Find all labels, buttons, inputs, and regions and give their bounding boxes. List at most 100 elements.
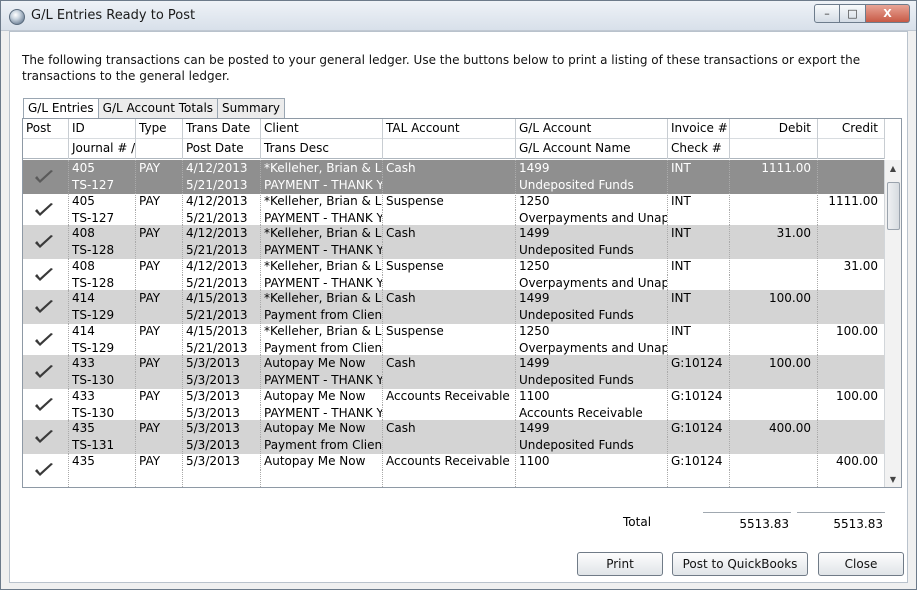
cell-tal: Accounts Receivable [383, 387, 516, 405]
post-to-quickbooks-button[interactable]: Post to QuickBooks [672, 552, 808, 576]
cell-journal: TS-130 [69, 404, 136, 422]
table-row[interactable]: 435 PAY 5/3/2013 Autopay Me Now Accounts Rec… [23, 452, 885, 487]
post-cell[interactable] [23, 257, 69, 292]
col-check[interactable]: Check # [668, 139, 730, 159]
col-trans-date[interactable]: Trans Date [183, 119, 261, 139]
cell-id: 414 [69, 290, 136, 307]
cell-trans-date: 4/15/2013 [183, 290, 261, 307]
cell-tal: Suspense [383, 322, 516, 340]
cell-empty [383, 209, 516, 227]
cell-empty [383, 339, 516, 357]
post-cell[interactable] [23, 420, 69, 454]
cell-empty [136, 177, 183, 194]
cell-type: PAY [136, 290, 183, 307]
cell-empty [383, 372, 516, 389]
table-row[interactable]: 414 TS-129 PAY 4/15/2013 5/21/2013 *Kelleher,… [23, 290, 885, 324]
table-row[interactable]: 414 TS-129 PAY 4/15/2013 5/21/2013 *Kelleher,… [23, 322, 885, 357]
table-row[interactable]: 435 TS-131 PAY 5/3/2013 5/3/2013 Autopay Me N… [23, 420, 885, 454]
grid-rows: 405 TS-127 PAY 4/12/2013 5/21/2013 *Kelleher,… [23, 160, 885, 487]
close-button[interactable]: Close [818, 552, 904, 576]
cell-debit [730, 192, 818, 210]
cell-empty [818, 469, 885, 487]
cell-id: 408 [69, 257, 136, 275]
cell-empty [668, 404, 730, 422]
cell-credit [818, 290, 885, 307]
col-id[interactable]: ID [69, 119, 136, 139]
cell-post-date [183, 469, 261, 487]
cell-invoice: INT [668, 322, 730, 340]
cell-journal: TS-131 [69, 437, 136, 454]
cell-id: 405 [69, 160, 136, 177]
col-gl-account[interactable]: G/L Account [516, 119, 668, 139]
post-cell[interactable] [23, 322, 69, 357]
table-row[interactable]: 408 TS-128 PAY 4/12/2013 5/21/2013 *Kelleher,… [23, 257, 885, 292]
scroll-down-icon[interactable]: ▼ [885, 471, 901, 487]
col-journal[interactable]: Journal # / [69, 139, 136, 159]
table-row[interactable]: 405 TS-127 PAY 4/12/2013 5/21/2013 *Kelleher,… [23, 192, 885, 227]
cell-invoice: G:10124 [668, 355, 730, 372]
col-debit[interactable]: Debit [730, 119, 818, 139]
cell-gl-name: Undeposited Funds [516, 177, 668, 194]
table-row[interactable]: 433 TS-130 PAY 5/3/2013 5/3/2013 Autopay Me N… [23, 355, 885, 389]
cell-trans-date: 5/3/2013 [183, 420, 261, 437]
minimize-button[interactable]: – [814, 4, 840, 23]
post-cell[interactable] [23, 192, 69, 227]
table-row[interactable]: 405 TS-127 PAY 4/12/2013 5/21/2013 *Kelleher,… [23, 160, 885, 194]
cell-empty [668, 307, 730, 324]
tab-gl-account-totals[interactable]: G/L Account Totals [97, 98, 219, 118]
cell-client: Autopay Me Now [261, 452, 383, 470]
cell-gl: 1499 [516, 225, 668, 242]
scroll-up-icon[interactable]: ▲ [885, 160, 901, 176]
col-gl-account-name[interactable]: G/L Account Name [516, 139, 668, 159]
cell-empty [383, 437, 516, 454]
col-tal-2 [383, 139, 516, 159]
table-row[interactable]: 408 TS-128 PAY 4/12/2013 5/21/2013 *Kelleher,… [23, 225, 885, 259]
post-cell[interactable] [23, 225, 69, 259]
cell-type: PAY [136, 192, 183, 210]
post-cell[interactable] [23, 355, 69, 389]
close-icon: X [883, 7, 892, 20]
cell-debit: 100.00 [730, 355, 818, 372]
post-cell[interactable] [23, 160, 69, 194]
cell-credit: 400.00 [818, 452, 885, 470]
cell-empty [383, 404, 516, 422]
scroll-thumb[interactable] [887, 182, 900, 230]
maximize-button[interactable]: □ [840, 4, 866, 23]
cell-empty [136, 372, 183, 389]
post-cell[interactable] [23, 387, 69, 422]
col-credit[interactable]: Credit [818, 119, 885, 139]
col-post-date[interactable]: Post Date [183, 139, 261, 159]
cell-id: 414 [69, 322, 136, 340]
cell-journal: TS-128 [69, 274, 136, 292]
cell-empty [383, 307, 516, 324]
cell-type: PAY [136, 160, 183, 177]
close-window-button[interactable]: X [866, 4, 910, 23]
cell-trans-date: 5/3/2013 [183, 452, 261, 470]
col-invoice[interactable]: Invoice # [668, 119, 730, 139]
print-button[interactable]: Print [577, 552, 663, 576]
tab-gl-entries[interactable]: G/L Entries [23, 98, 99, 119]
cell-gl: 1100 [516, 387, 668, 405]
cell-trans-date: 4/15/2013 [183, 322, 261, 340]
post-cell[interactable] [23, 452, 69, 487]
cell-desc: PAYMENT - THANK Y( [261, 372, 383, 389]
tab-summary[interactable]: Summary [217, 98, 286, 118]
cell-client: Autopay Me Now [261, 387, 383, 405]
cell-desc: Payment from Client [261, 307, 383, 324]
col-client[interactable]: Client [261, 119, 383, 139]
col-type[interactable]: Type [136, 119, 183, 139]
app-icon [9, 9, 25, 25]
vertical-scrollbar[interactable]: ▲ ▼ [884, 160, 901, 487]
cell-empty [668, 177, 730, 194]
table-row[interactable]: 433 TS-130 PAY 5/3/2013 5/3/2013 Autopay Me N… [23, 387, 885, 422]
cell-gl-name: Overpayments and Unappli [516, 339, 668, 357]
cell-empty [818, 339, 885, 357]
title-bar: G/L Entries Ready to Post – □ X [1, 1, 916, 31]
cell-gl-name: Undeposited Funds [516, 242, 668, 259]
post-cell[interactable] [23, 290, 69, 324]
col-trans-desc[interactable]: Trans Desc [261, 139, 383, 159]
col-tal-account[interactable]: TAL Account [383, 119, 516, 139]
cell-empty [818, 307, 885, 324]
col-post[interactable]: Post [23, 119, 69, 139]
header-row-2: Journal # / Post Date Trans Desc G/L Acc… [23, 139, 885, 159]
